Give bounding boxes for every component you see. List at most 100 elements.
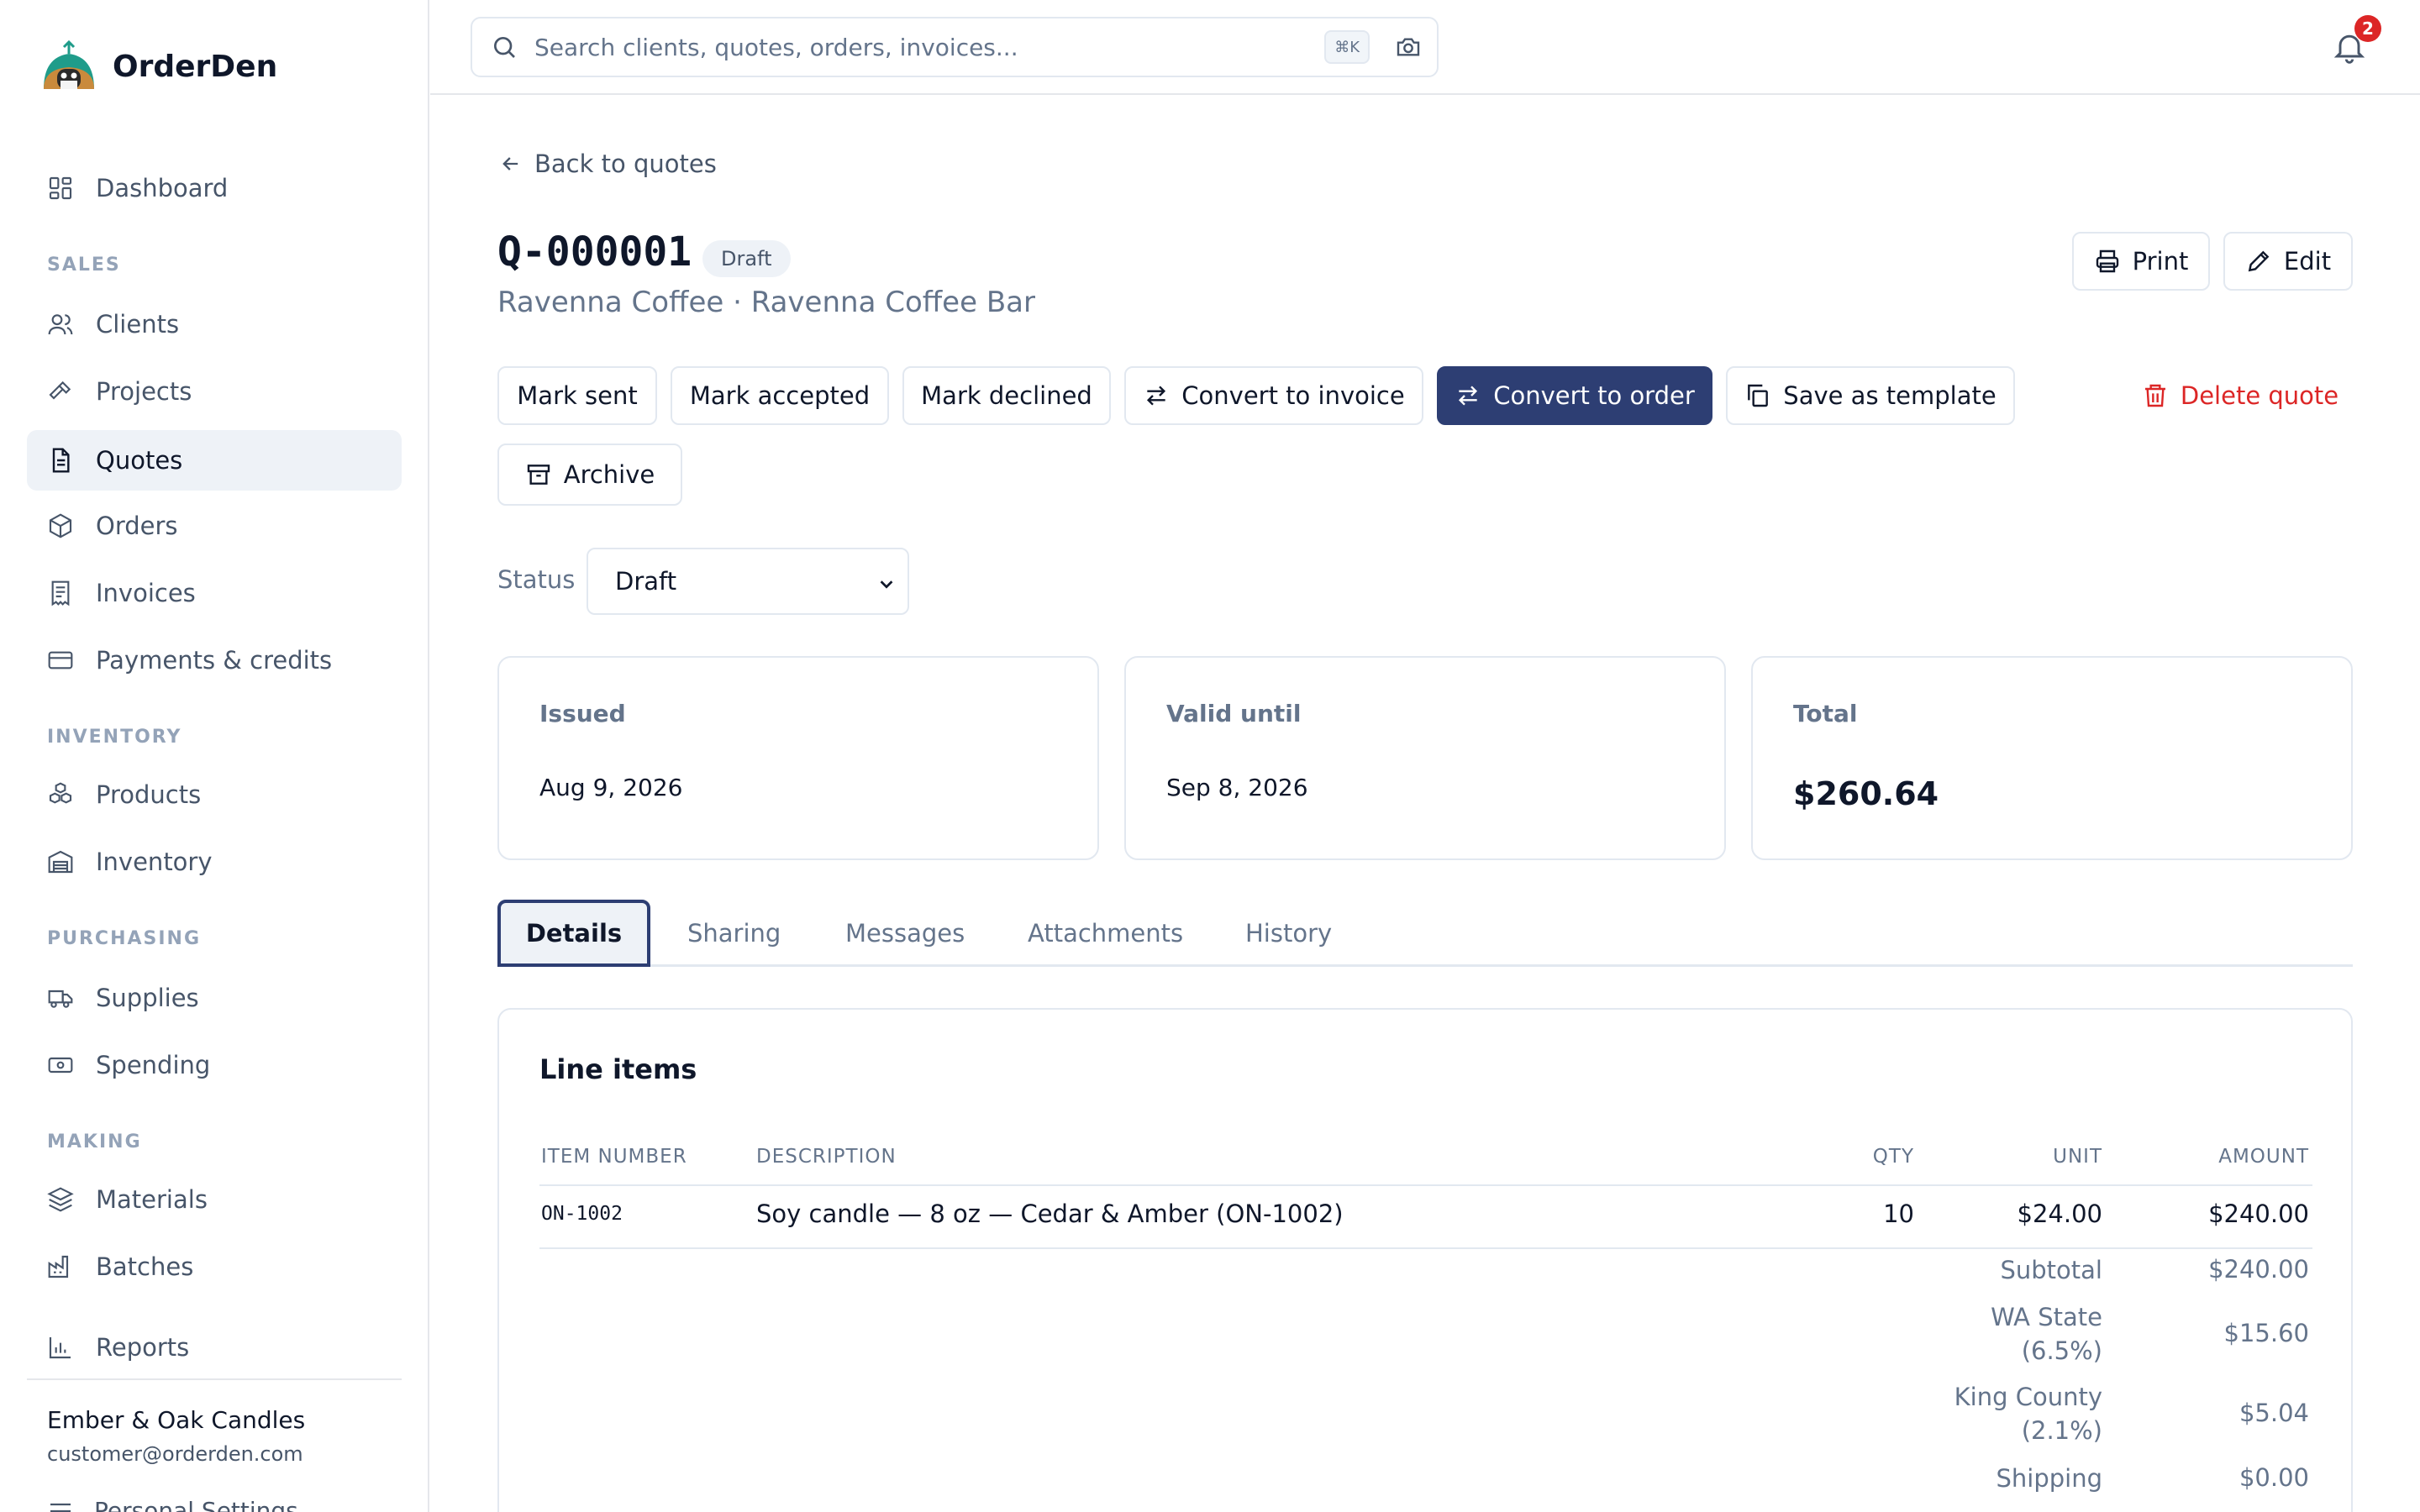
status-select-value: Draft: [615, 567, 677, 596]
brand-name: OrderDen: [113, 49, 278, 84]
nav-inventory[interactable]: Inventory: [27, 832, 402, 892]
search-input[interactable]: [534, 33, 1291, 61]
king-county-tax-label: King County (2.1%): [1954, 1380, 2102, 1447]
header-divider: [539, 1184, 2312, 1186]
global-search[interactable]: ⌘K: [471, 17, 1439, 77]
archive-icon: [527, 465, 550, 485]
nav-payments[interactable]: Payments & credits: [27, 630, 402, 690]
wa-state-tax-value: $15.60: [2223, 1319, 2309, 1347]
issued-card: Issued Aug 9, 2026: [497, 656, 1099, 860]
save-as-template-button[interactable]: Save as template: [1726, 366, 2015, 425]
wa-state-tax-label-line1: WA State: [1991, 1303, 2102, 1331]
nav-projects[interactable]: Projects: [27, 361, 402, 422]
tab-attachments[interactable]: Attachments: [1028, 900, 1183, 967]
archive-label: Archive: [563, 460, 655, 489]
nav-dashboard-label: Dashboard: [96, 174, 229, 202]
delete-quote-button[interactable]: Delete quote: [2128, 366, 2353, 425]
orderden-logo-icon: [44, 39, 94, 89]
nav-personal-settings[interactable]: Personal Settings: [47, 1497, 298, 1512]
tab-messages[interactable]: Messages: [845, 900, 965, 967]
layers-icon: [47, 1187, 74, 1212]
wa-state-tax-label: WA State (6.5%): [1991, 1300, 2102, 1368]
king-county-tax-value: $5.04: [2238, 1399, 2309, 1427]
nav-payments-label: Payments & credits: [96, 646, 333, 675]
col-description: DESCRIPTION: [756, 1146, 897, 1168]
mark-accepted-label: Mark accepted: [689, 381, 871, 410]
banknote-icon: [48, 1057, 73, 1074]
row-divider: [539, 1247, 2312, 1249]
nav-invoices[interactable]: Invoices: [27, 563, 402, 623]
back-to-quotes-link[interactable]: Back to quotes: [499, 150, 717, 178]
tab-sharing[interactable]: Sharing: [687, 900, 781, 967]
nav-reports[interactable]: Reports: [27, 1317, 402, 1378]
subtotal-label: Subtotal: [2000, 1256, 2102, 1284]
swap-icon: [1147, 386, 1166, 406]
delete-quote-label: Delete quote: [2180, 381, 2339, 410]
settings-icon: [50, 1503, 71, 1512]
mark-declined-button[interactable]: Mark declined: [902, 366, 1111, 425]
swap-icon: [1459, 386, 1478, 406]
search-shortcut: ⌘K: [1324, 30, 1370, 64]
nav-spending[interactable]: Spending: [27, 1035, 402, 1095]
save-as-template-label: Save as template: [1783, 381, 1996, 410]
nav-inventory-label: Inventory: [96, 848, 213, 876]
status-badge: Draft: [702, 240, 791, 277]
nav-materials[interactable]: Materials: [27, 1169, 402, 1230]
total-label: Total: [1793, 700, 1858, 727]
nav-clients-label: Clients: [96, 310, 180, 339]
king-county-tax-label-line1: King County: [1954, 1383, 2102, 1411]
description-cell: Soy candle — 8 oz — Cedar & Amber (ON-10…: [756, 1200, 1344, 1228]
edit-button[interactable]: Edit: [2223, 232, 2353, 291]
brand[interactable]: OrderDen: [40, 39, 277, 94]
tab-details[interactable]: Details: [497, 900, 650, 967]
qty-cell: 10: [1883, 1200, 1914, 1228]
pencil-icon: [2248, 250, 2270, 272]
shipping-label: Shipping: [1996, 1464, 2102, 1493]
nav-quotes-label: Quotes: [96, 446, 183, 475]
receipt-icon: [51, 580, 70, 606]
nav-supplies-label: Supplies: [96, 984, 199, 1012]
line-items-panel: Line items ITEM NUMBER DESCRIPTION QTY U…: [497, 1008, 2353, 1512]
print-button[interactable]: Print: [2072, 232, 2210, 291]
convert-to-order-label: Convert to order: [1493, 381, 1695, 410]
archive-button[interactable]: Archive: [497, 444, 682, 506]
nav-projects-label: Projects: [96, 377, 192, 406]
back-label: Back to quotes: [534, 150, 717, 178]
users-icon: [48, 314, 73, 335]
mark-sent-button[interactable]: Mark sent: [497, 366, 657, 425]
col-amount: AMOUNT: [2218, 1146, 2309, 1168]
trash-icon: [2144, 384, 2165, 407]
nav-orders[interactable]: Orders: [27, 496, 402, 556]
tab-history[interactable]: History: [1245, 900, 1332, 967]
nav-supplies[interactable]: Supplies: [27, 968, 402, 1028]
nav-quotes[interactable]: Quotes: [27, 430, 402, 491]
nav-dashboard[interactable]: Dashboard: [27, 158, 402, 218]
edit-label: Edit: [2283, 247, 2332, 276]
sidebar: OrderDen Dashboard SALES Clients Project…: [0, 0, 429, 1512]
nav-products[interactable]: Products: [27, 764, 402, 825]
status-label: Status: [497, 565, 576, 594]
item-number-cell: ON-1002: [541, 1203, 623, 1225]
status-select[interactable]: Draft: [587, 548, 909, 615]
unit-cell: $24.00: [2017, 1200, 2102, 1228]
nav-section-sales: SALES: [47, 255, 121, 276]
nav-batches[interactable]: Batches: [27, 1236, 402, 1297]
nav-section-purchasing: PURCHASING: [47, 928, 202, 949]
bar-chart-icon: [49, 1337, 71, 1359]
notification-badge: 2: [2354, 15, 2381, 42]
camera-icon[interactable]: [1395, 34, 1422, 60]
sidebar-divider: [27, 1378, 402, 1380]
nav-reports-label: Reports: [96, 1333, 190, 1362]
nav-spending-label: Spending: [96, 1051, 211, 1079]
nav-clients[interactable]: Clients: [27, 294, 402, 354]
package-icon: [49, 513, 72, 538]
convert-to-order-button[interactable]: Convert to order: [1437, 366, 1712, 425]
shipping-value: $0.00: [2238, 1463, 2309, 1492]
mark-accepted-button[interactable]: Mark accepted: [671, 366, 889, 425]
topbar: ⌘K 2: [430, 0, 2420, 95]
valid-until-label: Valid until: [1166, 700, 1302, 727]
convert-to-invoice-button[interactable]: Convert to invoice: [1124, 366, 1423, 425]
nav-orders-label: Orders: [96, 512, 178, 540]
nav-section-making: MAKING: [47, 1131, 142, 1152]
printer-icon: [2096, 249, 2118, 273]
